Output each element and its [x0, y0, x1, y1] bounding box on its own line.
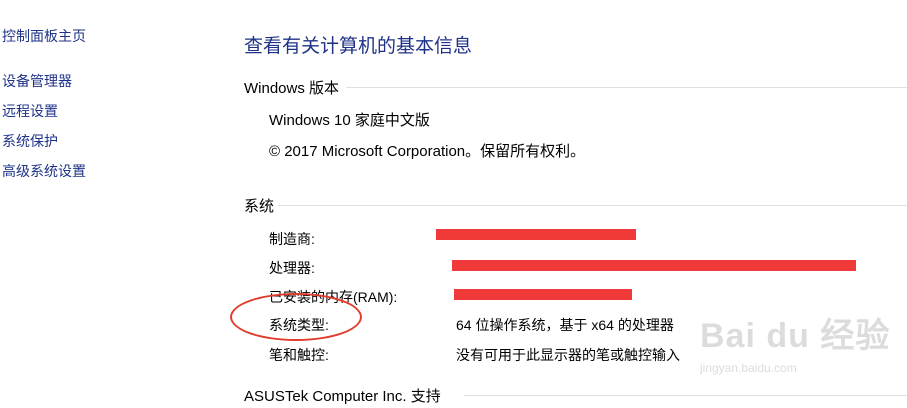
watermark-url: jingyan.baidu.com — [700, 361, 797, 375]
main-content: 查看有关计算机的基本信息 Windows 版本 Windows 10 家庭中文版… — [0, 0, 907, 408]
watermark: Bai du 经验 jingyan.baidu.com — [700, 306, 900, 386]
ram-redaction — [454, 289, 632, 300]
windows-edition-text: Windows 10 家庭中文版 — [269, 112, 430, 129]
pen-touch-value: 没有可用于此显示器的笔或触控输入 — [456, 347, 680, 363]
system-type-value: 64 位操作系统，基于 x64 的处理器 — [456, 317, 674, 333]
windows-edition-section-title: Windows 版本 — [244, 80, 340, 97]
watermark-logo: Bai du 经验 — [700, 317, 891, 355]
annotation-circle — [230, 293, 362, 341]
system-section-title: 系统 — [244, 198, 275, 215]
processor-redaction — [452, 260, 856, 271]
pen-touch-label: 笔和触控: — [269, 347, 329, 363]
manufacturer-label: 制造商: — [269, 231, 315, 247]
system-section-divider — [278, 205, 907, 206]
windows-section-divider — [346, 87, 907, 88]
support-section-divider — [464, 395, 907, 396]
copyright-text: © 2017 Microsoft Corporation。保留所有权利。 — [269, 143, 586, 160]
page-title: 查看有关计算机的基本信息 — [244, 36, 473, 57]
support-section-title: ASUSTek Computer Inc. 支持 — [244, 388, 441, 405]
processor-label: 处理器: — [269, 260, 315, 276]
manufacturer-redaction — [436, 229, 636, 240]
